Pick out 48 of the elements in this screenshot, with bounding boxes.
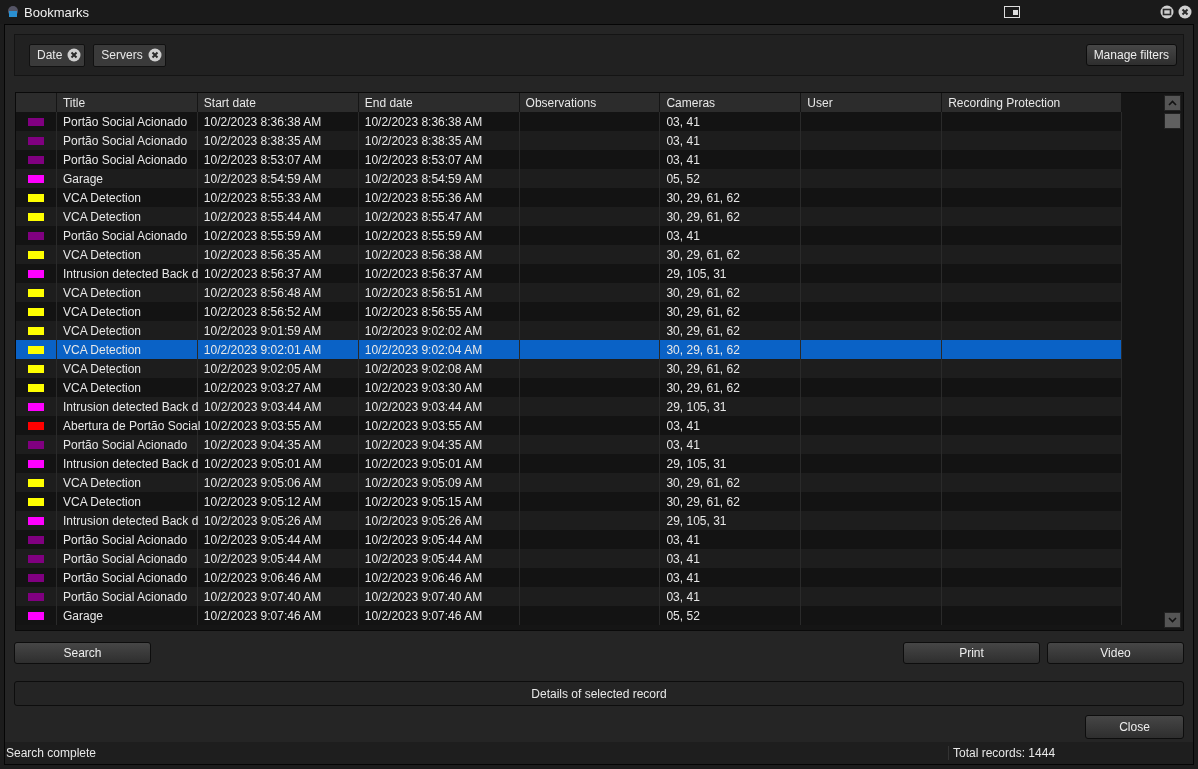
remove-icon[interactable] — [147, 48, 162, 62]
remove-icon[interactable] — [67, 48, 82, 62]
table-row[interactable]: VCA Detection 10/2/2023 9:02:05 AM 10/2/2023 9:02:08 AM 30, 29, 61, 62 — [16, 359, 1122, 378]
table-row[interactable]: VCA Detection 10/2/2023 9:01:59 AM 10/2/2023 9:02:02 AM 30, 29, 61, 62 — [16, 321, 1122, 340]
close-icon[interactable] — [1178, 5, 1192, 19]
manage-filters-button[interactable]: Manage filters — [1085, 44, 1177, 66]
column-header[interactable]: User — [801, 93, 943, 112]
table-row[interactable]: Portão Social Acionado 10/2/2023 8:38:35 AM 10/2/2023 8:38:35 AM 03, 41 — [16, 131, 1122, 150]
details-bar[interactable]: Details of selected record — [14, 681, 1184, 706]
table-cell: Garage — [56, 606, 198, 625]
print-button[interactable]: Print — [903, 642, 1040, 664]
table-row[interactable]: Portão Social Acionado 10/2/2023 9:04:35 AM 10/2/2023 9:04:35 AM 03, 41 — [16, 435, 1122, 454]
column-header[interactable]: Recording Protection — [942, 93, 1122, 112]
table-row[interactable]: VCA Detection 10/2/2023 8:56:35 AM 10/2/2023 8:56:38 AM 30, 29, 61, 62 — [16, 245, 1122, 264]
table-row[interactable]: VCA Detection 10/2/2023 8:56:48 AM 10/2/2023 8:56:51 AM 30, 29, 61, 62 — [16, 283, 1122, 302]
scroll-up-button[interactable] — [1164, 95, 1181, 111]
column-header[interactable]: Title — [56, 93, 198, 112]
status-message: Search complete — [6, 746, 97, 760]
table-row[interactable]: VCA Detection 10/2/2023 9:02:01 AM 10/2/2023 9:02:04 AM 30, 29, 61, 62 — [16, 340, 1122, 359]
table-row[interactable]: Portão Social Acionado 10/2/2023 9:07:40 AM 10/2/2023 9:07:40 AM 03, 41 — [16, 587, 1122, 606]
table-row[interactable]: Garage 10/2/2023 8:54:59 AM 10/2/2023 8:54:59 AM 05, 52 — [16, 169, 1122, 188]
scrollbar-thumb[interactable] — [1164, 113, 1181, 129]
filter-chip[interactable]: Date — [29, 43, 86, 67]
column-header[interactable]: Observations — [519, 93, 661, 112]
table-row[interactable]: VCA Detection 10/2/2023 9:05:06 AM 10/2/2023 9:05:09 AM 30, 29, 61, 62 — [16, 473, 1122, 492]
filter-chip[interactable]: Servers — [93, 43, 166, 67]
window-mode-icon[interactable] — [1004, 6, 1020, 18]
table-row[interactable]: VCA Detection 10/2/2023 8:55:44 AM 10/2/2023 8:55:47 AM 30, 29, 61, 62 — [16, 207, 1122, 226]
chevron-down-icon — [1168, 617, 1177, 623]
table-cell: 10/2/2023 9:07:46 AM — [197, 606, 359, 625]
table-row[interactable]: Intrusion detected Back d 10/2/2023 9:05:26 AM 10/2/2023 9:05:26 AM 29, 105, 31 — [16, 511, 1122, 530]
window-title: Bookmarks — [24, 4, 90, 20]
column-header[interactable]: Start date — [197, 93, 359, 112]
chevron-up-icon — [1168, 100, 1177, 106]
table-cell: 05, 52 — [660, 606, 802, 625]
app-icon — [6, 5, 20, 19]
table-row[interactable]: Portão Social Acionado 10/2/2023 9:05:44 AM 10/2/2023 9:05:44 AM 03, 41 — [16, 549, 1122, 568]
column-header[interactable]: End date — [358, 93, 520, 112]
table-row[interactable]: Intrusion detected Back d 10/2/2023 9:03:44 AM 10/2/2023 9:03:44 AM 29, 105, 31 — [16, 397, 1122, 416]
column-header[interactable]: Cameras — [660, 93, 802, 112]
scroll-down-button[interactable] — [1164, 612, 1181, 628]
total-records: Total records: 1444 — [948, 746, 1193, 760]
video-button[interactable]: Video — [1047, 642, 1184, 664]
color-column-header[interactable] — [16, 93, 57, 112]
search-button[interactable]: Search — [14, 642, 151, 664]
close-button[interactable]: Close — [1085, 715, 1184, 739]
table-cell: 10/2/2023 9:07:46 AM — [358, 606, 520, 625]
minimize-icon[interactable] — [1160, 5, 1174, 19]
